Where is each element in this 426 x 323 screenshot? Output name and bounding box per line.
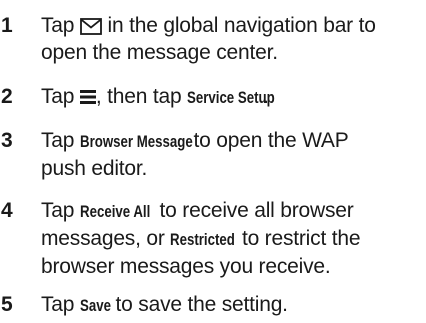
step-text-segment: to open the WAP xyxy=(193,129,349,152)
step-text: Tap , then tap Service Setup. xyxy=(41,83,425,111)
ui-keyword: Service Setup xyxy=(187,88,275,107)
step-line: Tap , then tap Service Setup. xyxy=(41,83,425,111)
ui-keyword: Browser Message xyxy=(79,132,193,151)
step-number: 3 xyxy=(1,129,13,152)
step-line: push editor. xyxy=(41,157,148,180)
step-number: 2 xyxy=(1,85,13,108)
step-text-segment: Tap xyxy=(41,14,75,37)
step-text-segment: messages, or xyxy=(41,227,165,250)
step-number: 4 xyxy=(1,199,13,222)
step-text-segment: to save the setting. xyxy=(115,293,288,316)
step-line: Tap in the global navigation bar to xyxy=(41,12,425,39)
step-text-segment: Tap xyxy=(41,129,75,152)
step-number: 1 xyxy=(1,14,13,37)
step-text: Tap in the global navigation bar to open… xyxy=(41,12,425,66)
step-text-segment: to receive all browser xyxy=(159,199,354,222)
step-line: Tap Save to save the setting. xyxy=(41,291,425,319)
ui-keyword: Receive All xyxy=(79,202,151,221)
step-line: open the message center. xyxy=(41,41,278,64)
step-text-segment: to restrict the xyxy=(241,227,361,250)
step-text-segment: , then tap xyxy=(95,85,182,108)
step-line: Tap Browser Message to open the WAP xyxy=(41,127,425,155)
ui-keyword: Restricted xyxy=(170,230,236,249)
step-text: Tap Save to save the setting. xyxy=(41,291,425,319)
step-text-segment: in the global navigation bar to xyxy=(107,14,376,37)
step-text-segment: Tap xyxy=(41,199,75,222)
step-text: Tap Browser Message to open the WAP push… xyxy=(41,127,425,182)
ui-keyword: Save xyxy=(79,296,111,315)
menu-icon xyxy=(79,90,96,104)
step-line: browser messages you receive. xyxy=(41,255,331,278)
step-text-segment: Tap xyxy=(41,85,75,108)
step-line: messages, or Restricted to restrict the xyxy=(41,225,425,253)
step-number: 5 xyxy=(1,293,13,316)
envelope-icon xyxy=(80,18,102,35)
step-line: Tap Receive All to receive all browser xyxy=(41,197,425,225)
step-text: Tap Receive All to receive all browser m… xyxy=(41,197,425,280)
step-text-segment: Tap xyxy=(41,293,75,316)
